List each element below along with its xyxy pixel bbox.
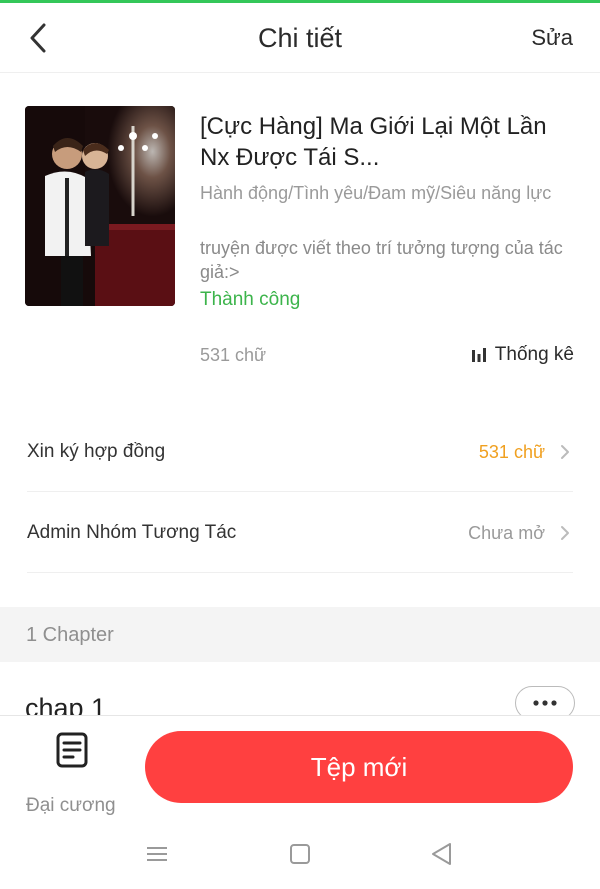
admin-group-label: Admin Nhóm Tương Tác <box>27 522 237 543</box>
header: Chi tiết Sửa <box>0 3 600 73</box>
menu-button[interactable] <box>142 839 172 869</box>
edit-button[interactable]: Sửa <box>531 25 573 51</box>
chapter-section-header: 1 Chapter <box>0 607 600 662</box>
bar-chart-icon <box>471 348 486 362</box>
cover-illustration <box>25 106 175 306</box>
book-description: truyện được viết theo trí tưởng tượng củ… <box>200 238 563 282</box>
system-navbar <box>0 827 600 889</box>
document-list-icon <box>56 732 88 768</box>
home-square-icon <box>290 844 310 864</box>
chapter-count: 1 Chapter <box>26 624 114 646</box>
admin-group-row[interactable]: Admin Nhóm Tương Tác Chưa mở <box>27 493 573 573</box>
chevron-right-icon <box>561 445 569 459</box>
new-file-button[interactable]: Tệp mới <box>145 731 573 803</box>
stats-button[interactable]: Thống kê <box>471 344 574 366</box>
status-badge: Thành công <box>200 289 301 310</box>
system-back-button[interactable] <box>427 839 457 869</box>
contract-value: 531 chữ <box>478 442 545 462</box>
home-button[interactable] <box>285 839 315 869</box>
book-title: [Cực Hàng] Ma Giới Lại Một Lần Nx Được T… <box>200 113 547 171</box>
contract-row[interactable]: Xin ký hợp đồng 531 chữ <box>27 412 573 492</box>
stats-label: Thống kê <box>494 344 574 365</box>
page-title: Chi tiết <box>257 23 343 53</box>
bottom-action-bar: Đại cương Tệp mới <box>0 715 600 827</box>
more-horizontal-icon <box>533 700 557 706</box>
book-genres: Hành động/Tình yêu/Đam mỹ/Siêu năng lực <box>200 183 552 203</box>
outline-button[interactable]: Đại cương <box>18 732 128 822</box>
chevron-right-icon <box>561 526 569 540</box>
outline-label: Đại cương <box>26 795 116 816</box>
back-triangle-icon <box>432 843 451 865</box>
contract-label: Xin ký hợp đồng <box>27 441 166 462</box>
book-info: [Cực Hàng] Ma Giới Lại Một Lần Nx Được T… <box>0 73 600 393</box>
menu-icon <box>147 847 167 861</box>
admin-group-value: Chưa mở <box>468 523 545 543</box>
book-cover-image[interactable] <box>25 106 175 306</box>
word-count: 531 chữ <box>200 345 267 365</box>
